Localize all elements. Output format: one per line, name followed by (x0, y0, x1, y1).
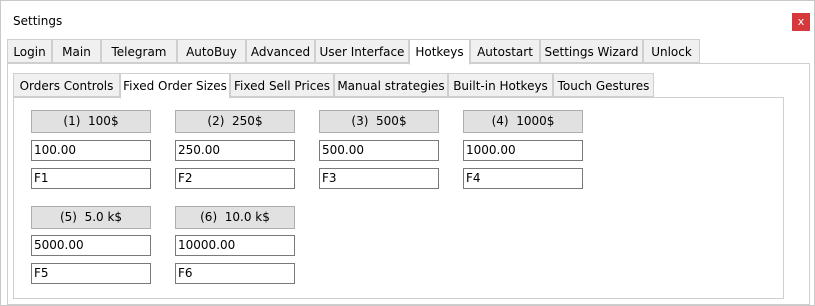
order-size-button-1[interactable]: (1) 100$ (31, 110, 151, 133)
tab-login[interactable]: Login (7, 39, 52, 63)
tab-main[interactable]: Main (52, 39, 101, 63)
tab-user-interface[interactable]: User Interface (315, 39, 409, 63)
tab-autostart[interactable]: Autostart (470, 39, 540, 63)
order-size-button-2[interactable]: (2) 250$ (175, 110, 295, 133)
order-size-hotkey-2[interactable]: F2 (175, 168, 295, 189)
window-title: Settings (13, 14, 63, 28)
order-size-amount-3[interactable]: 500.00 (319, 140, 439, 161)
order-size-hotkey-1[interactable]: F1 (31, 168, 151, 189)
tab-telegram[interactable]: Telegram (101, 39, 177, 63)
order-size-button-4[interactable]: (4) 1000$ (463, 110, 583, 133)
order-size-button-6[interactable]: (6) 10.0 k$ (175, 206, 295, 229)
subtab-touch-gestures[interactable]: Touch Gestures (553, 73, 654, 97)
settings-window: Settings x Login Main Telegram AutoBuy A… (0, 0, 815, 306)
subtab-manual-strategies[interactable]: Manual strategies (334, 73, 448, 97)
subtab-built-in-hotkeys[interactable]: Built-in Hotkeys (448, 73, 553, 97)
order-size-amount-5[interactable]: 5000.00 (31, 235, 151, 256)
order-size-hotkey-6[interactable]: F6 (175, 263, 295, 284)
title-bar: Settings x (1, 1, 814, 35)
order-size-button-5[interactable]: (5) 5.0 k$ (31, 206, 151, 229)
subtab-orders-controls[interactable]: Orders Controls (13, 73, 120, 97)
order-size-amount-6[interactable]: 10000.00 (175, 235, 295, 256)
order-size-hotkey-3[interactable]: F3 (319, 168, 439, 189)
main-tab-strip: Login Main Telegram AutoBuy Advanced Use… (7, 39, 808, 65)
close-button[interactable]: x (792, 13, 810, 31)
tab-unlock[interactable]: Unlock (643, 39, 700, 63)
order-size-hotkey-5[interactable]: F5 (31, 263, 151, 284)
order-size-amount-2[interactable]: 250.00 (175, 140, 295, 161)
fixed-order-sizes-panel: (1) 100$ (2) 250$ (3) 500$ (4) 1000$ 100… (13, 97, 784, 299)
order-size-hotkey-4[interactable]: F4 (463, 168, 583, 189)
tab-advanced[interactable]: Advanced (246, 39, 315, 63)
order-size-button-3[interactable]: (3) 500$ (319, 110, 439, 133)
order-size-amount-4[interactable]: 1000.00 (463, 140, 583, 161)
tab-settings-wizard[interactable]: Settings Wizard (540, 39, 643, 63)
tab-autobuy[interactable]: AutoBuy (177, 39, 246, 63)
subtab-fixed-order-sizes[interactable]: Fixed Order Sizes (120, 73, 230, 99)
subtab-fixed-sell-prices[interactable]: Fixed Sell Prices (230, 73, 334, 97)
order-size-amount-1[interactable]: 100.00 (31, 140, 151, 161)
tab-hotkeys[interactable]: Hotkeys (409, 39, 470, 65)
